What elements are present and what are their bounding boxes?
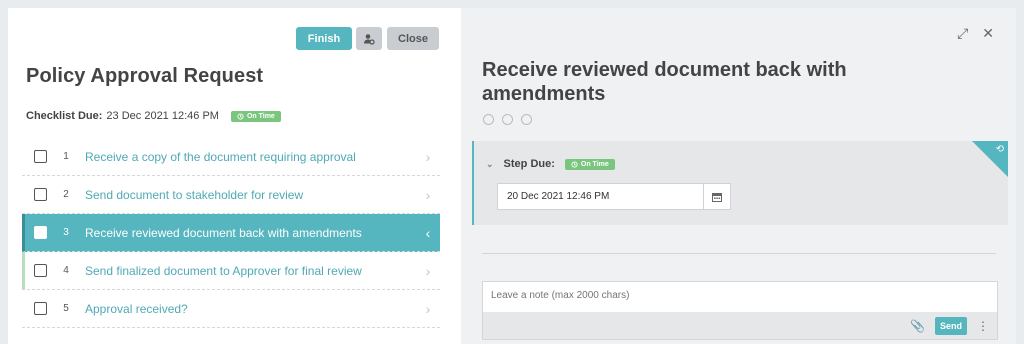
item-checkbox[interactable] [34,226,47,239]
checklist-item[interactable]: 5 Approval received? › [22,290,440,328]
chevron-right-icon: › [425,262,431,279]
item-label[interactable]: Receive a copy of the document requiring… [85,150,416,164]
checklist-steps: 1 Receive a copy of the document requiri… [22,138,440,328]
item-checkbox[interactable] [34,264,47,277]
send-button[interactable]: Send [935,316,967,335]
assign-user-button[interactable] [356,27,382,50]
note-footer: 📎 Send ⋮ [483,312,997,339]
note-input[interactable] [483,282,997,310]
status-badge: On Time [230,110,281,122]
checklist-title: Policy Approval Request [26,65,264,87]
item-checkbox[interactable] [34,188,47,201]
item-checkbox[interactable] [34,150,47,163]
item-label[interactable]: Receive reviewed document back with amen… [85,226,416,240]
checklist-item[interactable]: 4 Send finalized document to Approver fo… [22,252,440,290]
item-number: 2 [63,189,69,200]
chevron-down-icon[interactable]: ⌄ [486,159,494,170]
panel-controls: ⤢ ✕ [957,25,994,42]
more-options-icon[interactable]: ⋮ [977,319,989,333]
comment-icon[interactable] [521,114,532,125]
item-label[interactable]: Approval received? [85,302,416,316]
step-detail-panel: ⤢ ✕ Receive reviewed document back with … [461,8,1016,344]
chevron-right-icon: › [425,300,431,317]
checklist-due-value: 23 Dec 2021 12:46 PM [106,110,219,122]
item-label[interactable]: Send finalized document to Approver for … [85,264,416,278]
status-badge-label: On Time [580,160,609,168]
step-due-label: Step Due: [503,158,555,170]
checklist-due: Checklist Due: 23 Dec 2021 12:46 PM On T… [26,110,281,122]
checklist-item[interactable]: 1 Receive a copy of the document requiri… [22,138,440,176]
step-due-date-field[interactable] [497,183,731,210]
chevron-right-icon: › [425,148,431,165]
checklist-due-label: Checklist Due: [26,110,103,122]
item-number: 4 [63,265,69,276]
step-due-section: ⟲ ⌄ Step Due: On Time [472,141,1008,225]
divider [482,253,996,254]
history-icon [237,112,244,120]
calendar-icon[interactable] [703,184,730,209]
item-label[interactable]: Send document to stakeholder for review [85,188,416,202]
chevron-left-icon: ‹ [425,224,431,241]
step-due-header[interactable]: ⌄ Step Due: On Time [486,158,615,170]
history-icon: ⟲ [995,144,1004,155]
settings-icon[interactable] [502,114,513,125]
checklist-item[interactable]: 2 Send document to stakeholder for revie… [22,176,440,214]
checklist-item-active[interactable]: 3 Receive reviewed document back with am… [22,214,440,252]
attachment-icon[interactable]: 📎 [910,319,925,333]
user-gear-icon [364,33,375,45]
checklist-panel: Finish Close Policy Approval Request Che… [8,8,461,344]
status-badge-label: On Time [246,112,275,120]
close-icon[interactable]: ✕ [982,25,994,42]
chevron-right-icon: › [425,186,431,203]
step-due-date-input[interactable] [498,190,703,203]
close-button[interactable]: Close [387,27,439,50]
finish-button[interactable]: Finish [296,27,352,50]
user-icon[interactable] [483,114,494,125]
step-meta-icons [483,114,532,125]
step-title: Receive reviewed document back with amen… [482,59,847,105]
history-icon [571,160,578,168]
expand-icon[interactable]: ⤢ [957,25,968,42]
item-number: 1 [63,151,69,162]
note-composer: 📎 Send ⋮ [482,281,998,340]
status-badge: On Time [564,158,615,170]
item-number: 3 [63,227,69,238]
item-checkbox[interactable] [34,302,47,315]
item-number: 5 [63,303,69,314]
